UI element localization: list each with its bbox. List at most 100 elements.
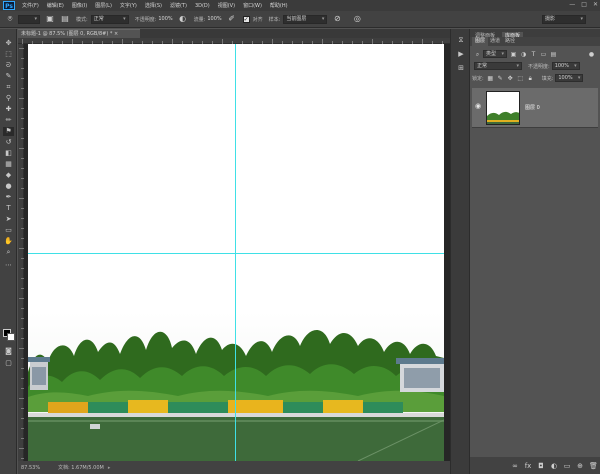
- filter-toggle-icon[interactable]: ●: [588, 51, 595, 58]
- menu-edit[interactable]: 编辑(E): [43, 2, 68, 9]
- document-tab[interactable]: 未标题-1 @ 87.5% (图层 0, RGB/8#) * ×: [18, 29, 140, 38]
- eyedropper-tool-icon[interactable]: ⚲: [3, 94, 14, 103]
- sample-value: 当前图层: [286, 15, 307, 22]
- clone-stamp-tool-icon[interactable]: ⚑: [3, 127, 14, 136]
- minimize-button[interactable]: —: [569, 1, 575, 8]
- new-layer-icon[interactable]: ⊕: [576, 462, 584, 470]
- quick-mask-icon[interactable]: ◙: [3, 347, 14, 356]
- sample-select[interactable]: 当前图层 ▾: [283, 14, 328, 24]
- menu-window[interactable]: 窗口(W): [239, 2, 266, 9]
- clone-stamp-icon[interactable]: ⍟: [5, 14, 15, 24]
- pen-tool-icon[interactable]: ✒: [3, 193, 14, 202]
- menu-filter[interactable]: 滤镜(T): [166, 2, 191, 9]
- lock-label: 锁定:: [472, 75, 484, 82]
- pressure-size-icon[interactable]: ◎: [352, 14, 362, 24]
- eraser-tool-icon[interactable]: ◧: [3, 149, 14, 158]
- history-panel-icon[interactable]: ⧖: [456, 35, 466, 45]
- adjustment-layer-icon[interactable]: ◐: [550, 462, 558, 470]
- link-layers-icon[interactable]: ∞: [511, 462, 519, 470]
- zoom-tool-icon[interactable]: ⌕: [3, 248, 14, 257]
- workspace-select[interactable]: 摄影 ▾: [542, 14, 586, 24]
- lock-position-icon[interactable]: ✥: [507, 75, 514, 82]
- background-color-swatch[interactable]: [7, 333, 15, 341]
- properties-panel-icon[interactable]: ⊞: [456, 63, 466, 73]
- path-select-tool-icon[interactable]: ➤: [3, 215, 14, 224]
- close-button[interactable]: ✕: [593, 1, 598, 8]
- mode-label: 模式:: [76, 16, 88, 23]
- quick-select-tool-icon[interactable]: ✎: [3, 72, 14, 81]
- dodge-tool-icon[interactable]: ●: [3, 182, 14, 191]
- menu-help[interactable]: 帮助(H): [266, 2, 292, 9]
- brush-tool-icon[interactable]: ✏: [3, 116, 14, 125]
- tab-layers[interactable]: 图层: [472, 37, 489, 46]
- menu-select[interactable]: 选择(S): [141, 2, 166, 9]
- visibility-eye-icon[interactable]: ◉: [475, 103, 482, 110]
- trash-icon[interactable]: 🗑︎: [589, 462, 598, 470]
- add-mask-icon[interactable]: ◘: [537, 462, 545, 470]
- airbrush-icon[interactable]: ✐: [227, 14, 237, 24]
- layer-name[interactable]: 图层 0: [525, 104, 540, 111]
- new-group-icon[interactable]: ▭: [563, 462, 571, 470]
- filter-smart-object-icon[interactable]: ▤: [550, 51, 557, 58]
- ignore-adjustment-icon[interactable]: ⊘: [332, 14, 342, 24]
- fill-value: 100%: [558, 75, 573, 81]
- blur-tool-icon[interactable]: ◆: [3, 171, 14, 180]
- screen-mode-icon[interactable]: ▢: [3, 359, 14, 368]
- tab-paths[interactable]: 路径: [502, 37, 518, 46]
- layers-panel-tabs: 图层 通道 路径: [470, 37, 600, 46]
- gradient-tool-icon[interactable]: ▦: [3, 160, 14, 169]
- crop-tool-icon[interactable]: ⌗: [3, 83, 14, 92]
- menu-type[interactable]: 文字(Y): [116, 2, 141, 9]
- doc-info[interactable]: 文档: 1.67M/5.00M: [58, 464, 104, 471]
- lock-artboard-icon[interactable]: ⬚: [517, 75, 524, 82]
- mode-select[interactable]: 正常 ▾: [90, 14, 129, 24]
- actions-panel-icon[interactable]: ▶: [456, 49, 466, 59]
- marquee-tool-icon[interactable]: ⬚: [3, 50, 14, 59]
- mode-value: 正常: [93, 15, 104, 22]
- zoom-field[interactable]: 87.53%: [18, 465, 40, 471]
- layer-row[interactable]: ◉ 图层 0: [472, 88, 598, 128]
- tab-channels[interactable]: 通道: [487, 37, 503, 46]
- workspace-value: 摄影: [545, 15, 556, 22]
- lock-image-icon[interactable]: ✎: [497, 75, 504, 82]
- healing-brush-tool-icon[interactable]: ✚: [3, 105, 14, 114]
- layer-opacity-value: 100%: [554, 63, 569, 69]
- menu-3d[interactable]: 3D(D): [191, 3, 214, 9]
- flow-value[interactable]: 100%: [207, 16, 221, 22]
- maximize-button[interactable]: □: [581, 1, 587, 8]
- filter-pixel-icon[interactable]: ▣: [510, 51, 517, 58]
- layer-opacity-label: 不透明度:: [528, 63, 550, 70]
- layer-style-fx-icon[interactable]: fx: [524, 462, 532, 470]
- filter-adjustment-icon[interactable]: ◑: [520, 51, 527, 58]
- opacity-value[interactable]: 100%: [158, 16, 172, 22]
- history-brush-tool-icon[interactable]: ↺: [3, 138, 14, 147]
- aligned-checkbox[interactable]: ✓: [242, 15, 250, 23]
- menu-view[interactable]: 视图(V): [214, 2, 239, 9]
- menu-layer[interactable]: 图层(L): [91, 2, 116, 9]
- lock-all-icon[interactable]: 🔒︎: [527, 75, 534, 82]
- hand-tool-icon[interactable]: ✋: [3, 237, 14, 246]
- lasso-tool-icon[interactable]: ᘐ: [3, 61, 14, 70]
- filter-shape-icon[interactable]: ▭: [540, 51, 547, 58]
- layer-opacity-field[interactable]: 100% ▾: [551, 62, 580, 70]
- menu-file[interactable]: 文件(F): [18, 2, 43, 9]
- menu-image[interactable]: 图像(I): [68, 2, 91, 9]
- blend-row: 正常 ▾ 不透明度: 100% ▾: [472, 61, 598, 71]
- lock-transparent-icon[interactable]: ▦: [487, 75, 494, 82]
- more-tools-icon[interactable]: ⋯: [3, 261, 14, 270]
- shape-tool-icon[interactable]: ▭: [3, 226, 14, 235]
- doc-info-arrow-icon[interactable]: ▸: [108, 465, 111, 471]
- clone-source-icon[interactable]: ▤: [60, 14, 70, 24]
- move-tool-icon[interactable]: ✥: [3, 39, 14, 48]
- layer-thumbnail: [486, 91, 520, 125]
- document-canvas[interactable]: [28, 44, 444, 461]
- guide-horizontal[interactable]: [28, 253, 444, 254]
- pressure-opacity-icon[interactable]: ◐: [178, 14, 188, 24]
- blend-mode-select[interactable]: 正常 ▾: [474, 62, 522, 70]
- brush-panel-icon[interactable]: ▣: [45, 14, 55, 24]
- type-tool-icon[interactable]: T: [3, 204, 14, 213]
- kind-filter-select[interactable]: 类型 ▾: [483, 50, 507, 58]
- fill-field[interactable]: 100% ▾: [555, 74, 584, 82]
- brush-preset-picker[interactable]: ▾: [18, 14, 40, 24]
- filter-type-icon[interactable]: T: [530, 51, 537, 58]
